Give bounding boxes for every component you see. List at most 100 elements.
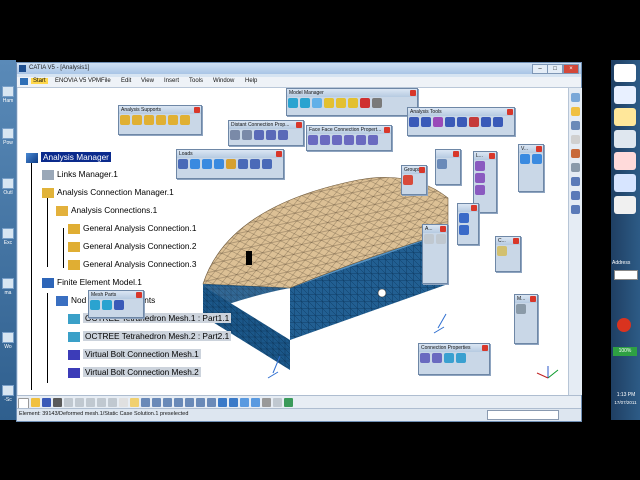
cut-plane-icon[interactable] bbox=[421, 117, 431, 127]
toolbar-small-m[interactable]: M... bbox=[514, 294, 538, 344]
battery-indicator[interactable]: 100% bbox=[613, 347, 637, 356]
toolbar-analysis-tools[interactable]: Analysis Tools bbox=[407, 107, 515, 136]
desktop-icon-5[interactable]: ma bbox=[0, 278, 16, 296]
bolt-property-icon[interactable] bbox=[456, 353, 466, 363]
sketch-icon[interactable] bbox=[571, 149, 580, 158]
close-icon[interactable] bbox=[471, 205, 477, 211]
material-icon[interactable] bbox=[262, 398, 271, 407]
surface-load-icon[interactable] bbox=[475, 173, 485, 183]
moment-icon[interactable] bbox=[202, 159, 212, 169]
slider-connection-icon[interactable] bbox=[308, 135, 318, 145]
menu-insert[interactable]: Insert bbox=[164, 78, 179, 84]
visualization-icon[interactable] bbox=[520, 154, 530, 164]
menu-window[interactable]: Window bbox=[213, 78, 234, 84]
images-layout-icon[interactable] bbox=[469, 117, 479, 127]
close-icon[interactable] bbox=[536, 146, 542, 152]
tree-node-gac-2[interactable]: General Analysis Connection.2 bbox=[68, 241, 196, 252]
pressure-fitting-icon[interactable] bbox=[356, 135, 366, 145]
redo-icon[interactable] bbox=[108, 398, 117, 407]
toolbar-loads[interactable]: Loads bbox=[176, 149, 284, 179]
toolbar-distant-connection[interactable]: Distant Connection Prop... bbox=[228, 120, 304, 146]
save-icon[interactable] bbox=[42, 398, 51, 407]
acceleration-icon[interactable] bbox=[226, 159, 236, 169]
octree-triangle-mesher-icon[interactable] bbox=[102, 300, 112, 310]
desktop-icon-2[interactable]: Pow bbox=[0, 128, 16, 146]
rotate-icon[interactable] bbox=[174, 398, 183, 407]
zoom-out-icon[interactable] bbox=[196, 398, 205, 407]
command-input[interactable] bbox=[487, 410, 559, 420]
fastened-property-icon[interactable] bbox=[444, 353, 454, 363]
fit-all-icon[interactable] bbox=[152, 398, 161, 407]
paste-icon[interactable] bbox=[86, 398, 95, 407]
mass-icon[interactable] bbox=[459, 213, 469, 223]
close-icon[interactable] bbox=[440, 226, 446, 232]
zoom-in-icon[interactable] bbox=[185, 398, 194, 407]
normal-view-icon[interactable] bbox=[207, 398, 216, 407]
sliding-pivot-icon[interactable] bbox=[156, 115, 166, 125]
deformation-icon[interactable] bbox=[532, 154, 542, 164]
fastened-spring-icon[interactable] bbox=[344, 135, 354, 145]
simplified-layout-icon[interactable] bbox=[481, 117, 491, 127]
toolbar-small-c[interactable]: C... bbox=[495, 236, 521, 272]
close-icon[interactable] bbox=[513, 238, 519, 244]
media-icon[interactable] bbox=[614, 130, 636, 148]
pdf-icon[interactable] bbox=[614, 152, 636, 170]
copy-icon[interactable] bbox=[75, 398, 84, 407]
model-checker-icon[interactable] bbox=[372, 98, 382, 108]
close-icon[interactable] bbox=[194, 107, 200, 113]
snap-icon[interactable] bbox=[571, 163, 580, 172]
tree-node-octree-2[interactable]: OCTREE Tetrahedron Mesh.2 : Part2.1 bbox=[68, 331, 232, 342]
tree-node-analysis-connections[interactable]: Analysis Connections.1 bbox=[56, 205, 157, 216]
what-is-this-icon[interactable] bbox=[119, 398, 128, 407]
tree-node-vbolt-1[interactable]: Virtual Bolt Connection Mesh.1 bbox=[68, 349, 201, 360]
smooth-connection-icon[interactable] bbox=[242, 130, 252, 140]
desktop-icon-7[interactable]: -Sc bbox=[0, 385, 16, 403]
iso-view-icon[interactable] bbox=[218, 398, 227, 407]
menu-edit[interactable]: Edit bbox=[121, 78, 131, 84]
triangle-filler-icon[interactable] bbox=[300, 98, 310, 108]
desktop-icon-6[interactable]: Wo bbox=[0, 332, 16, 350]
desktop-icon-1[interactable]: Ham bbox=[0, 86, 16, 104]
1d-property-icon[interactable] bbox=[348, 98, 358, 108]
menu-enovia[interactable]: ENOVIA V5 VPM bbox=[55, 78, 101, 84]
extrema-icon[interactable] bbox=[445, 117, 455, 127]
tree-node-analysis-manager[interactable]: Analysis Manager bbox=[26, 152, 111, 163]
3d-property-icon[interactable] bbox=[324, 98, 334, 108]
tree-node-vbolt-2[interactable]: Virtual Bolt Connection Mesh.2 bbox=[68, 367, 201, 378]
pivot-icon[interactable] bbox=[180, 115, 190, 125]
undo-icon[interactable] bbox=[97, 398, 106, 407]
clamp-icon[interactable] bbox=[120, 115, 130, 125]
swap-visible-icon[interactable] bbox=[251, 398, 260, 407]
information-icon[interactable] bbox=[457, 117, 467, 127]
apply-icon[interactable] bbox=[284, 398, 293, 407]
measure-icon[interactable] bbox=[516, 304, 526, 314]
hide-show-icon[interactable] bbox=[240, 398, 249, 407]
pan-icon[interactable] bbox=[163, 398, 172, 407]
global-adaptivity-icon[interactable] bbox=[436, 234, 446, 244]
maximize-button[interactable]: □ bbox=[547, 64, 563, 74]
close-button[interactable]: × bbox=[563, 64, 579, 74]
close-icon[interactable] bbox=[489, 153, 495, 159]
close-icon[interactable] bbox=[507, 109, 513, 115]
address-input[interactable] bbox=[614, 270, 638, 280]
workbench-icon[interactable] bbox=[571, 93, 580, 102]
pressure-icon[interactable] bbox=[178, 159, 188, 169]
user-defined-icon[interactable] bbox=[278, 130, 288, 140]
material-icon[interactable] bbox=[360, 98, 370, 108]
cut-icon[interactable] bbox=[64, 398, 73, 407]
formula-icon[interactable] bbox=[130, 398, 139, 407]
toolbar-mesh-parts[interactable]: Mesh Parts bbox=[88, 290, 144, 318]
line-load-icon[interactable] bbox=[475, 161, 485, 171]
animate-icon[interactable] bbox=[409, 117, 419, 127]
close-icon[interactable] bbox=[276, 151, 282, 157]
tree-node-analysis-connection-manager[interactable]: Analysis Connection Manager.1 bbox=[42, 187, 174, 198]
enforced-displacement-icon[interactable] bbox=[250, 159, 260, 169]
menu-start[interactable]: Start bbox=[31, 78, 48, 84]
compute-icon[interactable] bbox=[497, 246, 507, 256]
virtual-part-icon[interactable] bbox=[437, 159, 447, 169]
menu-help[interactable]: Help bbox=[245, 78, 257, 84]
tetrahedron-filler-icon[interactable] bbox=[288, 98, 298, 108]
tree-node-gac-1[interactable]: General Analysis Connection.1 bbox=[68, 223, 196, 234]
desktop-icon-3[interactable]: Outl bbox=[0, 178, 16, 196]
shading-icon[interactable] bbox=[229, 398, 238, 407]
